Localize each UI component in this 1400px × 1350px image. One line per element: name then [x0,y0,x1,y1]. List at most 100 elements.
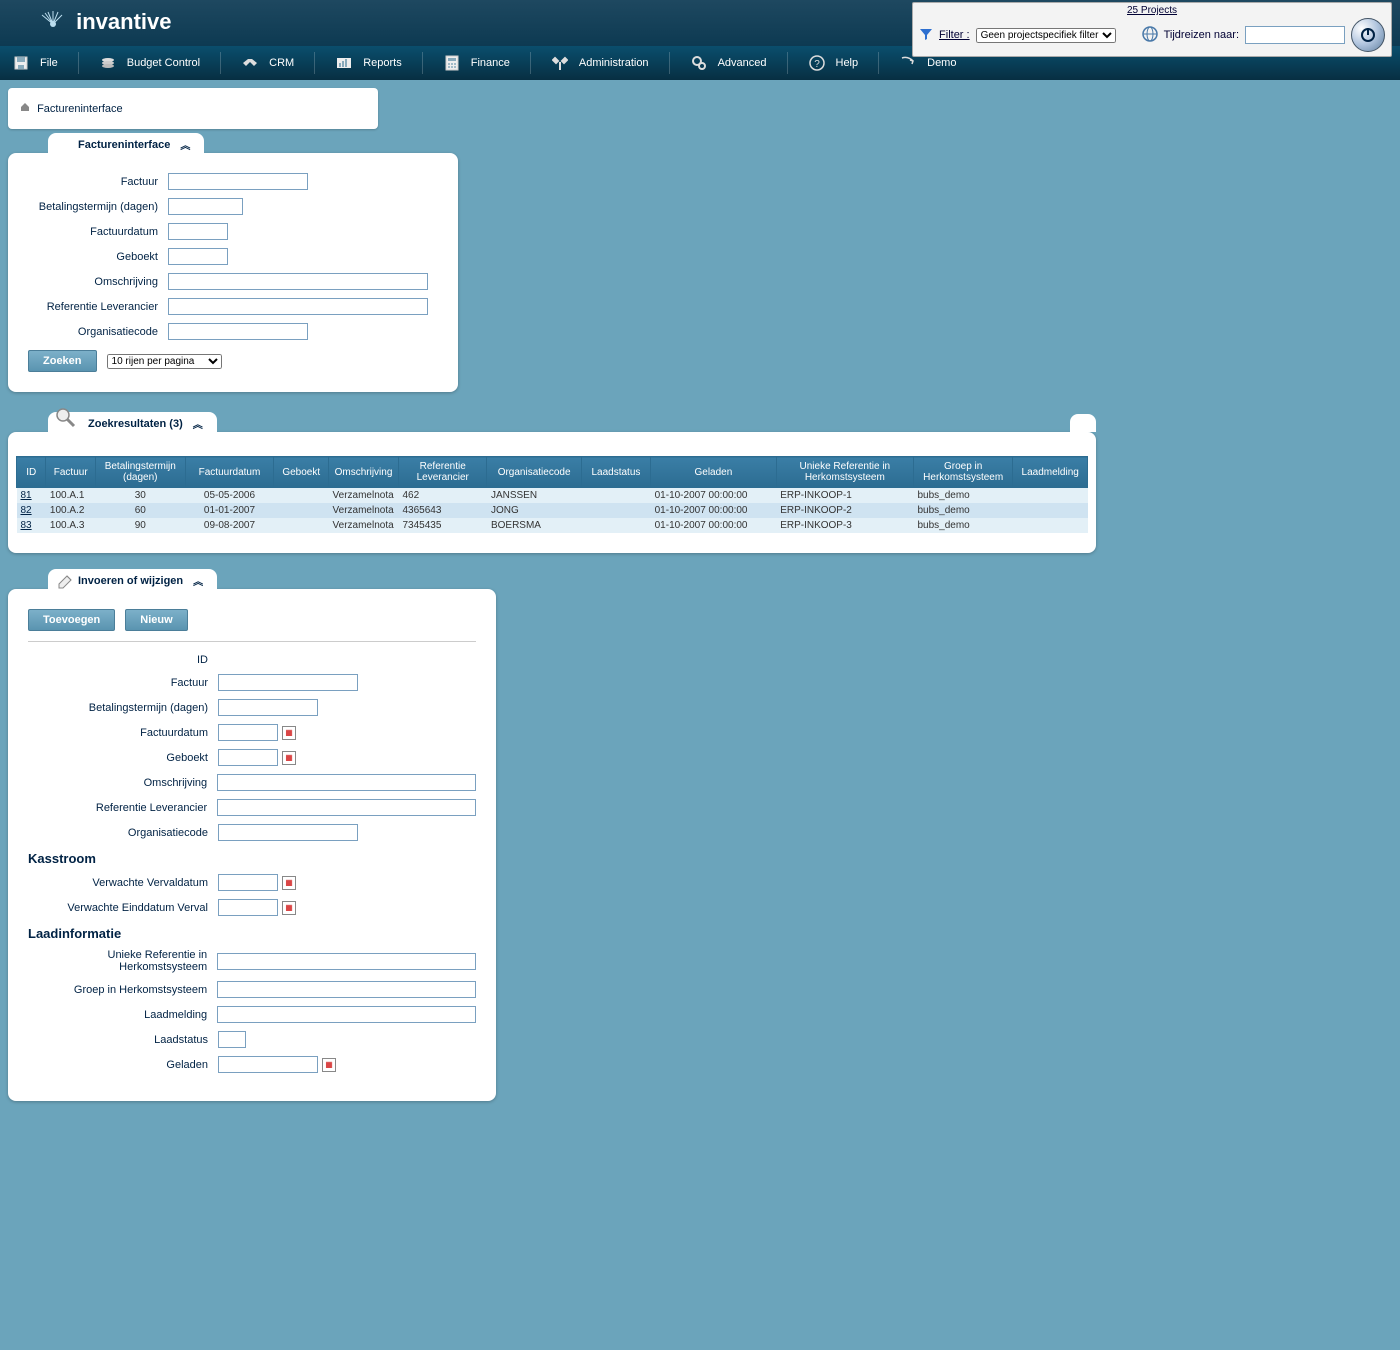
column-header[interactable]: Geboekt [274,457,329,488]
menu-file[interactable]: File [4,50,66,76]
power-button[interactable] [1351,18,1385,52]
column-header[interactable]: Geladen [651,457,777,488]
collapse-icon[interactable]: ︽ [180,137,190,152]
label-groep: Groep in Herkomstsysteem [28,984,217,996]
menu-administration[interactable]: Administration [543,50,657,76]
table-cell: Verzamelnota [329,488,399,504]
collapse-icon[interactable]: ︽ [193,573,203,588]
row-id-link[interactable]: 83 [21,520,32,531]
table-cell: 100.A.1 [46,488,96,504]
table-cell [581,488,650,504]
label-geladen: Geladen [28,1059,218,1071]
column-header[interactable]: Omschrijving [329,457,399,488]
time-travel-input[interactable] [1245,26,1345,44]
column-header[interactable]: Unieke Referentie in Herkomstsysteem [776,457,913,488]
row-id-link[interactable]: 82 [21,505,32,516]
disk-icon [12,54,30,72]
column-header[interactable]: Factuur [46,457,96,488]
new-button[interactable]: Nieuw [125,609,187,631]
input-factuurdatum[interactable] [168,223,228,240]
column-header[interactable]: Laadmelding [1013,457,1088,488]
input-edit-omschrijving[interactable] [217,774,476,791]
table-cell: ERP-INKOOP-2 [776,503,913,518]
menu-help[interactable]: ? Help [800,50,867,76]
menu-crm[interactable]: CRM [233,50,302,76]
table-row[interactable]: 81100.A.13005-05-2006Verzamelnota462JANS… [17,488,1088,504]
search-button[interactable]: Zoeken [28,350,97,372]
input-uref[interactable] [217,953,476,970]
breadcrumb-panel: Factureninterface [8,88,378,129]
label-factuurdatum: Factuurdatum [28,226,168,238]
home-icon[interactable] [20,103,33,115]
menu-advanced[interactable]: Advanced [682,50,775,76]
label-melding: Laadmelding [28,1009,217,1021]
input-laadstatus[interactable] [218,1031,246,1048]
input-verwachte-eind[interactable] [218,899,278,916]
column-header[interactable]: Laadstatus [581,457,650,488]
add-button[interactable]: Toevoegen [28,609,115,631]
input-edit-factuur[interactable] [218,674,358,691]
input-edit-factuurdatum[interactable] [218,724,278,741]
search-panel: Factureninterface ︽ Factuur Betalingster… [8,153,458,392]
table-cell [274,503,329,518]
menu-finance[interactable]: Finance [435,50,518,76]
input-ref-leverancier[interactable] [168,298,428,315]
results-panel-tab[interactable]: Zoekresultaten (3) ︽ [48,412,217,435]
label-verwachte-verval: Verwachte Vervaldatum [28,877,218,889]
input-edit-termijn[interactable] [218,699,318,716]
breadcrumb: Factureninterface [20,102,366,115]
input-betalingstermijn[interactable] [168,198,243,215]
calendar-icon[interactable]: ▦ [282,901,296,915]
column-header[interactable]: ID [17,457,46,488]
projects-count-link[interactable]: 25 Projects [919,5,1385,16]
table-row[interactable]: 82100.A.26001-01-2007Verzamelnota4365643… [17,503,1088,518]
calendar-icon[interactable]: ▦ [322,1058,336,1072]
table-row[interactable]: 83100.A.39009-08-2007Verzamelnota7345435… [17,518,1088,533]
table-cell: 01-10-2007 00:00:00 [651,503,777,518]
chart-icon [335,54,353,72]
menu-budget-control[interactable]: Budget Control [91,50,208,76]
row-id-link[interactable]: 81 [21,490,32,501]
input-melding[interactable] [217,1006,476,1023]
column-header[interactable]: Factuurdatum [185,457,274,488]
kasstroom-title: Kasstroom [28,851,476,866]
input-geladen[interactable] [218,1056,318,1073]
input-verwachte-verval[interactable] [218,874,278,891]
results-panel: Zoekresultaten (3) ︽ IDFactuurBetalingst… [8,432,1096,553]
column-header[interactable]: Organisatiecode [487,457,581,488]
calendar-icon[interactable]: ▦ [282,876,296,890]
globe-icon [1142,26,1158,45]
input-edit-org[interactable] [218,824,358,841]
label-edit-org: Organisatiecode [28,827,218,839]
input-organisatiecode[interactable] [168,323,308,340]
laadinfo-title: Laadinformatie [28,926,476,941]
column-header[interactable]: Referentie Leverancier [398,457,486,488]
table-cell: 83 [17,518,46,533]
edit-panel-tab[interactable]: Invoeren of wijzigen ︽ [48,569,217,592]
calendar-icon[interactable]: ▦ [282,751,296,765]
table-cell: 81 [17,488,46,504]
input-omschrijving[interactable] [168,273,428,290]
input-edit-geboekt[interactable] [218,749,278,766]
input-geboekt[interactable] [168,248,228,265]
label-edit-termijn: Betalingstermijn (dagen) [28,702,218,714]
search-panel-tab[interactable]: Factureninterface ︽ [48,133,204,156]
calendar-icon[interactable]: ▦ [282,726,296,740]
input-groep[interactable] [217,981,476,998]
calculator-icon [443,54,461,72]
input-factuur[interactable] [168,173,308,190]
column-header[interactable]: Groep in Herkomstsysteem [913,457,1012,488]
input-edit-ref[interactable] [217,799,476,816]
table-cell: BOERSMA [487,518,581,533]
label-edit-geboekt: Geboekt [28,752,218,764]
menu-reports[interactable]: Reports [327,50,410,76]
table-cell: 09-08-2007 [185,518,274,533]
filter-select[interactable]: Geen projectspecifiek filter [976,28,1116,43]
table-cell: ERP-INKOOP-1 [776,488,913,504]
column-header[interactable]: Betalingstermijn (dagen) [96,457,185,488]
time-travel-label: Tijdreizen naar: [1164,29,1239,41]
pagesize-select[interactable]: 10 rijen per pagina [107,354,222,369]
filter-label[interactable]: Filter : [939,29,970,41]
collapse-icon[interactable]: ︽ [193,416,203,431]
table-cell [1013,503,1088,518]
